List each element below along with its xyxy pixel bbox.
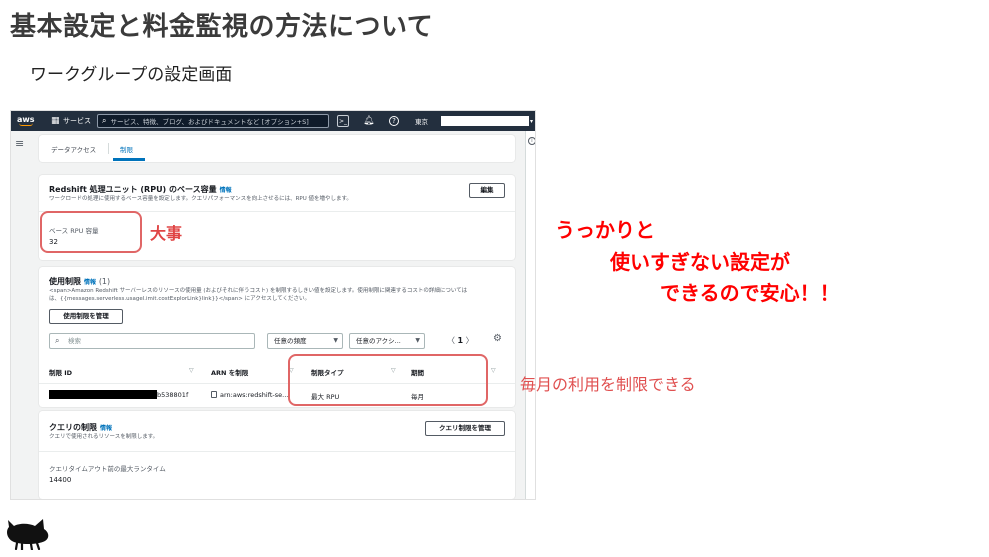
- console-search-input[interactable]: ⌕ サービス、特徴、ブログ、およびドキュメントなど [オプション+S]: [97, 114, 329, 128]
- chevron-down-icon: ▼: [415, 337, 420, 344]
- tab-limits[interactable]: 制限: [120, 144, 133, 154]
- frequency-filter-select[interactable]: 任意の頻度 ▼: [267, 333, 343, 349]
- highlight-limit-type-period: [288, 354, 488, 406]
- services-grid-icon[interactable]: ▦: [51, 111, 59, 131]
- region-selector[interactable]: 東京: [415, 111, 428, 131]
- chevron-down-icon[interactable]: ▾: [530, 111, 533, 131]
- limit-id-suffix[interactable]: b538801f: [157, 391, 188, 399]
- rpu-section-title: Redshift 処理ユニット (RPU) のベース容量 情報: [49, 185, 232, 194]
- query-section-title: クエリの制限 情報: [49, 423, 113, 432]
- hamburger-menu-icon[interactable]: ≡: [15, 137, 24, 150]
- next-page-icon[interactable]: 〉: [466, 336, 474, 345]
- tabs-panel: データアクセス 制限: [39, 135, 515, 162]
- annotation-line-1: うっかりと: [555, 218, 655, 242]
- annotation-important: 大事: [150, 224, 183, 243]
- max-runtime-label: クエリタイムアウト前の最大ランタイム: [49, 465, 166, 473]
- tab-divider: [108, 143, 109, 154]
- cat-logo-icon: [7, 519, 49, 550]
- gear-icon[interactable]: ⚙: [493, 333, 502, 344]
- slide-title: 基本設定と料金監視の方法について: [10, 12, 434, 42]
- slide-subtitle: ワークグループの設定画面: [30, 65, 233, 85]
- active-tab-indicator: [113, 158, 145, 161]
- usage-description-line1: <span>Amazon Redshift サーバーレスのリソースの使用量 (お…: [49, 288, 468, 294]
- aws-smile-icon: [18, 123, 33, 126]
- info-link[interactable]: 情報: [100, 425, 112, 432]
- annotation-line-2: 使いすぎない設定が: [610, 250, 790, 274]
- aws-logo[interactable]: aws: [17, 111, 35, 131]
- rpu-description: ワークロードの処理に使用するベース容量を設定します。クエリパフォーマンスを向上さ…: [49, 196, 352, 202]
- right-tools-panel: i: [525, 131, 535, 499]
- help-icon[interactable]: ?: [389, 116, 399, 126]
- info-icon[interactable]: i: [528, 137, 535, 145]
- highlight-base-rpu: [40, 211, 142, 253]
- manage-usage-limits-button[interactable]: 使用制限を管理: [49, 309, 123, 324]
- aws-top-navigation: aws ▦ サービス ⌕ サービス、特徴、ブログ、およびドキュメントなど [オプシ…: [11, 111, 535, 131]
- divider: [39, 451, 515, 452]
- usage-section-title: 使用制限 情報 (1): [49, 277, 111, 286]
- console-screenshot: aws ▦ サービス ⌕ サービス、特徴、ブログ、およびドキュメントなど [オプシ…: [10, 110, 536, 500]
- column-header-limit-id[interactable]: 制限 ID: [49, 367, 72, 377]
- account-menu-redacted[interactable]: [441, 116, 529, 126]
- redacted-limit-id: [49, 390, 157, 399]
- limit-arn[interactable]: arn:aws:redshift-se...: [211, 391, 288, 399]
- info-link[interactable]: 情報: [220, 187, 232, 194]
- sort-icon[interactable]: ▽: [189, 367, 194, 374]
- prev-page-icon[interactable]: 〈: [447, 336, 455, 345]
- chevron-down-icon: ▼: [333, 337, 338, 344]
- query-limits-panel: クエリの制限 情報 クエリで使用されるリソースを制限します。 クエリ制限を管理 ク…: [39, 411, 515, 499]
- search-icon: ⌕: [102, 116, 107, 125]
- action-filter-select[interactable]: 任意のアクシ... ▼: [349, 333, 425, 349]
- current-page[interactable]: 1: [458, 336, 464, 345]
- notifications-bell-icon[interactable]: 🔔︎: [363, 111, 374, 131]
- manage-query-limits-button[interactable]: クエリ制限を管理: [425, 421, 505, 436]
- annotation-monthly-limit: 毎月の利用を制限できる: [520, 375, 696, 394]
- search-icon: ⌕: [55, 336, 60, 345]
- column-header-arn[interactable]: ARN を制限: [211, 367, 248, 377]
- copy-icon[interactable]: [211, 391, 217, 398]
- query-description: クエリで使用されるリソースを制限します。: [49, 434, 159, 440]
- annotation-line-3: できるので安心！！: [660, 281, 840, 305]
- sort-icon[interactable]: ▽: [491, 367, 496, 374]
- info-link[interactable]: 情報: [84, 279, 96, 286]
- services-menu[interactable]: サービス: [63, 111, 91, 131]
- pagination: 〈 1 〉: [447, 335, 474, 346]
- tab-data-access[interactable]: データアクセス: [51, 144, 96, 154]
- edit-button[interactable]: 編集: [469, 183, 505, 198]
- cloudshell-icon[interactable]: >_: [337, 115, 349, 127]
- max-runtime-value: 14400: [49, 476, 72, 484]
- usage-description-line2: は、{{messages.serverless.usagel.imit.cost…: [49, 296, 311, 302]
- usage-search-input[interactable]: ⌕ 検索: [49, 333, 255, 349]
